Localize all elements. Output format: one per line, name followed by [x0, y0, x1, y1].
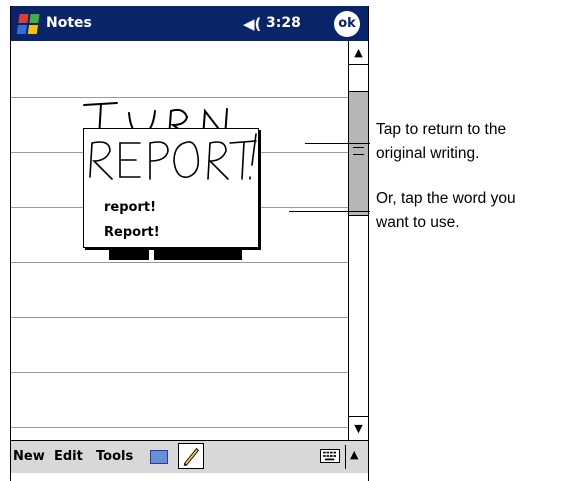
- candidate-word[interactable]: report!: [104, 200, 156, 215]
- scroll-up-icon[interactable]: ▲: [349, 41, 368, 65]
- title-bar: Notes ◀( 3:28 ok: [11, 6, 368, 41]
- up-arrow-icon[interactable]: ▲: [350, 448, 358, 461]
- pocket-pc-screen: Notes ◀( 3:28 ok ▲ ▼ report! Report! New…: [10, 6, 369, 481]
- speaker-icon[interactable]: ◀(: [243, 15, 261, 33]
- menu-new[interactable]: New: [13, 449, 45, 464]
- grip-icon: [353, 147, 364, 155]
- pen-icon[interactable]: [178, 443, 204, 469]
- original-writing[interactable]: [84, 129, 258, 189]
- vertical-scrollbar[interactable]: ▲ ▼: [348, 41, 368, 440]
- callout-text: Tap to return to the: [376, 121, 507, 138]
- keyboard-icon[interactable]: [320, 449, 340, 463]
- callout-select: Or, tap the word you want to use.: [376, 187, 516, 235]
- menu-bar: New Edit Tools ▲: [11, 440, 368, 473]
- ok-button[interactable]: ok: [334, 11, 360, 37]
- windows-start-icon[interactable]: [17, 11, 43, 37]
- separator: [345, 445, 346, 469]
- callout-leader: [305, 143, 370, 144]
- callout-text: want to use.: [376, 214, 460, 231]
- callout-leader: [289, 211, 370, 212]
- input-panel-icon[interactable]: [150, 450, 168, 464]
- clock[interactable]: 3:28: [266, 15, 301, 31]
- menu-tools[interactable]: Tools: [96, 449, 133, 464]
- candidate-word[interactable]: Report!: [104, 225, 160, 240]
- alternates-popup: report! Report!: [83, 128, 259, 248]
- app-title: Notes: [46, 15, 92, 31]
- callout-return: Tap to return to the original writing.: [376, 118, 506, 166]
- menu-edit[interactable]: Edit: [54, 449, 83, 464]
- scroll-down-icon[interactable]: ▼: [349, 416, 368, 440]
- callout-text: original writing.: [376, 145, 480, 162]
- callout-text: Or, tap the word you: [376, 190, 516, 207]
